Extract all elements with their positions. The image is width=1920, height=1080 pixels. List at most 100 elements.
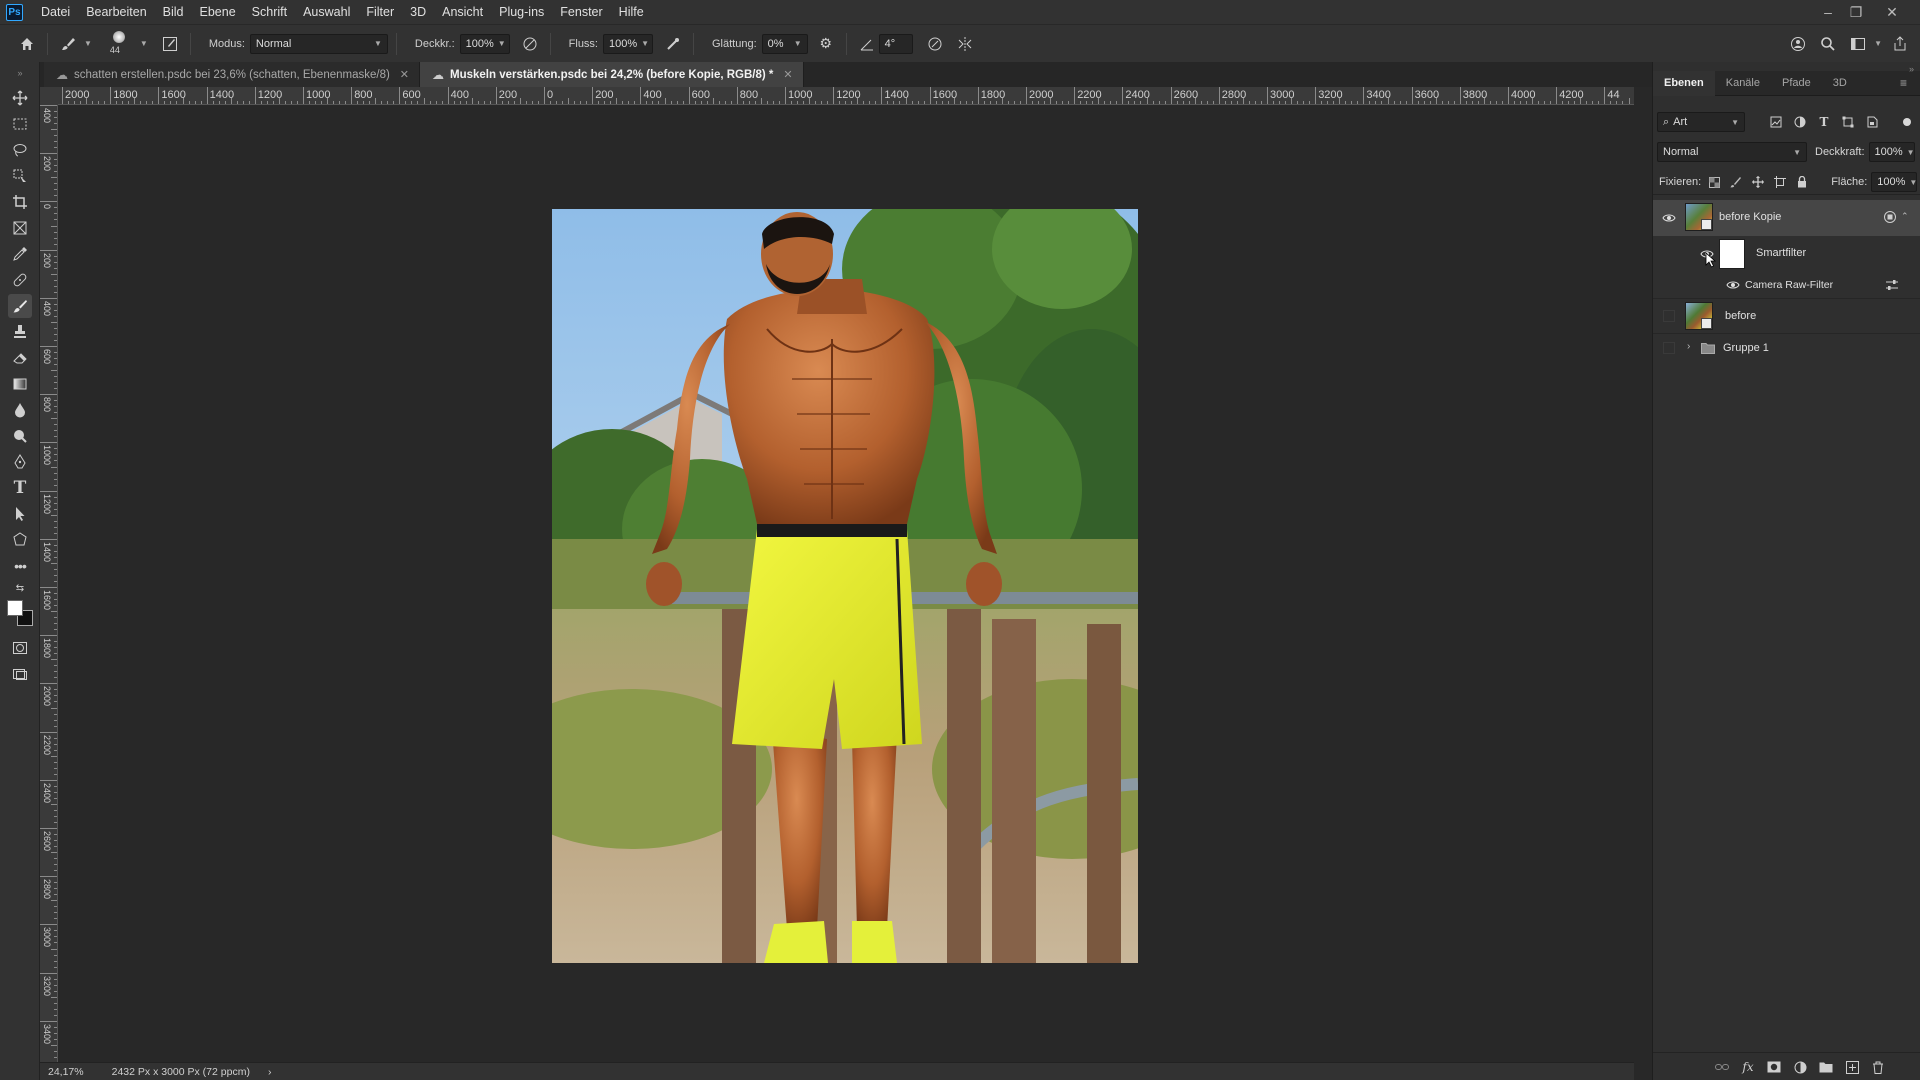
- shape-tool-icon[interactable]: [8, 528, 32, 552]
- fx-icon[interactable]: fx: [1739, 1058, 1757, 1076]
- menu-ebene[interactable]: Ebene: [192, 0, 244, 24]
- gradient-tool-icon[interactable]: [8, 372, 32, 396]
- expand-group-icon[interactable]: ›: [1687, 341, 1690, 352]
- pen-tool-icon[interactable]: [8, 450, 32, 474]
- quick-mask-icon[interactable]: [8, 636, 32, 660]
- blur-tool-icon[interactable]: [8, 398, 32, 422]
- angle-input[interactable]: 4°: [878, 33, 913, 54]
- vertical-ruler[interactable]: 400 200 0 200 400 600 800 1000 1200 1400 1600 1800 2…: [40, 105, 58, 1062]
- tab-ebenen[interactable]: Ebenen: [1653, 70, 1715, 96]
- camera-raw-filter-row[interactable]: Camera Raw-Filter: [1653, 274, 1920, 296]
- close-tab-icon[interactable]: ✕: [783, 68, 792, 81]
- tab-3d[interactable]: 3D: [1822, 71, 1858, 96]
- zoom-level[interactable]: 24,17%: [48, 1066, 84, 1078]
- folder-icon[interactable]: [1817, 1058, 1835, 1076]
- tab-muskeln-verstaerken[interactable]: ☁ Muskeln verstärken.psdc bei 24,2% (bef…: [420, 62, 804, 87]
- camera-raw-filter-label[interactable]: Camera Raw-Filter: [1745, 279, 1833, 291]
- share-icon[interactable]: [1888, 32, 1912, 56]
- more-tools-icon[interactable]: •••: [8, 554, 32, 578]
- fluss-input[interactable]: 100% ▼: [603, 33, 653, 54]
- collapse-panels-icon[interactable]: »: [1909, 64, 1914, 74]
- lock-transparent-icon[interactable]: [1705, 173, 1723, 191]
- marquee-tool-icon[interactable]: [8, 112, 32, 136]
- lock-position-icon[interactable]: [1749, 173, 1767, 191]
- screen-mode-icon[interactable]: [8, 662, 32, 686]
- modus-select[interactable]: Normal ▼: [249, 33, 388, 54]
- close-tab-icon[interactable]: ✕: [400, 68, 409, 81]
- search-icon[interactable]: [1816, 32, 1840, 56]
- collapse-toolbar-icon[interactable]: »: [8, 68, 32, 78]
- lock-all-icon[interactable]: [1793, 173, 1811, 191]
- tab-schatten-erstellen[interactable]: ☁ schatten erstellen.psdc bei 23,6% (sch…: [44, 62, 421, 87]
- deckkraft-input[interactable]: 100% ▼: [459, 33, 510, 54]
- filter-smartobject-icon[interactable]: [1863, 113, 1881, 131]
- lock-pixels-icon[interactable]: [1727, 173, 1745, 191]
- brush-tool-icon[interactable]: [8, 294, 32, 318]
- workspace-icon[interactable]: [1846, 32, 1870, 56]
- visibility-off-icon[interactable]: [1661, 308, 1677, 324]
- eyedropper-tool-icon[interactable]: [8, 242, 32, 266]
- pressure-size-icon[interactable]: [923, 32, 947, 56]
- home-icon[interactable]: [15, 32, 39, 56]
- layer-opacity-input[interactable]: 100% ▼: [1868, 142, 1915, 162]
- fill-opacity-input[interactable]: 100% ▼: [1871, 172, 1917, 192]
- menu-bearbeiten[interactable]: Bearbeiten: [78, 0, 154, 24]
- ruler-corner[interactable]: [40, 87, 58, 105]
- adjustment-icon[interactable]: [1791, 1058, 1809, 1076]
- menu-ansicht[interactable]: Ansicht: [434, 0, 491, 24]
- learn-icon[interactable]: [1786, 32, 1810, 56]
- layer-kind-filter[interactable]: ⌕ Art ▼: [1657, 112, 1745, 132]
- collapse-arrow-icon[interactable]: ⌃: [1901, 211, 1909, 222]
- menu-plugins[interactable]: Plug-ins: [491, 0, 552, 24]
- clone-stamp-tool-icon[interactable]: [8, 320, 32, 344]
- dodge-tool-icon[interactable]: [8, 424, 32, 448]
- chevron-down-icon[interactable]: ▼: [84, 39, 92, 48]
- crop-tool-icon[interactable]: [8, 190, 32, 214]
- filter-adjustment-icon[interactable]: [1791, 113, 1809, 131]
- status-menu-arrow[interactable]: ›: [268, 1066, 272, 1078]
- eraser-tool-icon[interactable]: [8, 346, 32, 370]
- type-tool-icon[interactable]: T: [8, 476, 32, 500]
- blend-mode-select[interactable]: Normal ▼: [1657, 142, 1807, 162]
- pressure-opacity-icon[interactable]: [518, 32, 542, 56]
- path-selection-tool-icon[interactable]: [8, 502, 32, 526]
- swap-colors-icon[interactable]: ⇆: [8, 580, 32, 596]
- menu-bild[interactable]: Bild: [155, 0, 192, 24]
- brush-settings-panel-icon[interactable]: [158, 32, 182, 56]
- filter-toggle-icon[interactable]: [1903, 118, 1911, 126]
- menu-fenster[interactable]: Fenster: [552, 0, 610, 24]
- visibility-off-icon[interactable]: [1661, 340, 1677, 356]
- brush-size-picker[interactable]: 44: [102, 29, 136, 59]
- glaettung-input[interactable]: 0% ▼: [761, 33, 808, 54]
- canvas-area[interactable]: [58, 105, 1634, 1062]
- link-icon[interactable]: [1713, 1058, 1731, 1076]
- smartfilter-row[interactable]: Smartfilter: [1653, 238, 1920, 270]
- filter-options-icon[interactable]: [1885, 278, 1899, 295]
- lock-artboard-icon[interactable]: [1771, 173, 1789, 191]
- lasso-tool-icon[interactable]: [8, 138, 32, 162]
- tab-pfade[interactable]: Pfade: [1771, 71, 1822, 96]
- symmetry-icon[interactable]: [953, 32, 977, 56]
- new-layer-icon[interactable]: [1843, 1058, 1861, 1076]
- filter-type-icon[interactable]: T: [1815, 113, 1833, 131]
- layer-name[interactable]: before: [1725, 310, 1756, 322]
- airbrush-icon[interactable]: [661, 32, 685, 56]
- trash-icon[interactable]: [1869, 1058, 1887, 1076]
- visibility-eye-icon[interactable]: [1661, 210, 1677, 226]
- brush-tool-preset-icon[interactable]: [56, 32, 80, 56]
- menu-hilfe[interactable]: Hilfe: [611, 0, 652, 24]
- gear-icon[interactable]: ⚙: [814, 32, 838, 56]
- menu-auswahl[interactable]: Auswahl: [295, 0, 358, 24]
- frame-tool-icon[interactable]: [8, 216, 32, 240]
- layer-group-1[interactable]: › Gruppe 1: [1653, 334, 1920, 362]
- layer-name[interactable]: Gruppe 1: [1723, 342, 1769, 354]
- filter-shape-icon[interactable]: [1839, 113, 1857, 131]
- healing-brush-tool-icon[interactable]: [8, 268, 32, 292]
- color-swatches[interactable]: [7, 600, 35, 628]
- close-window-button[interactable]: ✕: [1878, 0, 1906, 24]
- object-selection-tool-icon[interactable]: [8, 164, 32, 188]
- filter-pixel-icon[interactable]: [1767, 113, 1785, 131]
- smartfilter-mask-thumbnail[interactable]: [1719, 239, 1745, 269]
- chevron-down-icon[interactable]: ▼: [140, 39, 148, 48]
- tab-kanaele[interactable]: Kanäle: [1715, 71, 1771, 96]
